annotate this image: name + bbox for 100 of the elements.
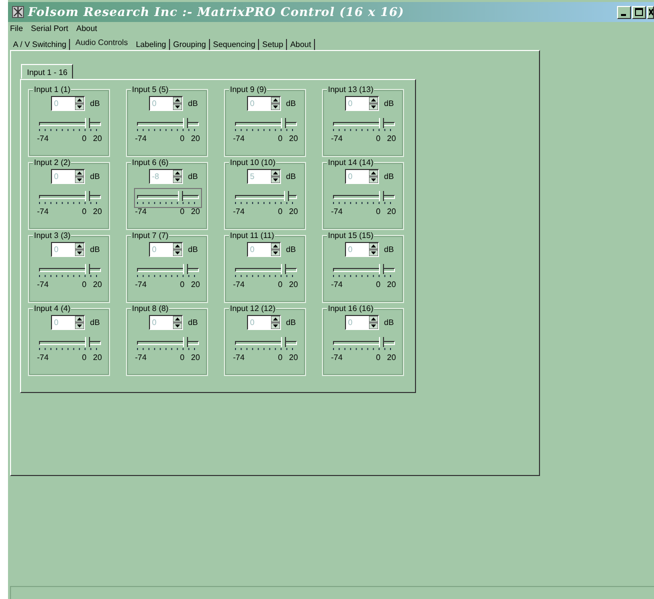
maximize-icon[interactable] (635, 8, 643, 16)
gain-slider[interactable] (233, 189, 299, 207)
spin-arrows-icon[interactable] (271, 170, 280, 183)
menu-item[interactable]: File (10, 24, 23, 36)
spin-arrows-icon[interactable] (173, 170, 182, 183)
scale-label: 0 (180, 207, 184, 216)
gain-spinbox[interactable]: 0 (345, 242, 379, 257)
gain-value[interactable]: 0 (346, 172, 369, 181)
gain-value[interactable]: 0 (248, 99, 271, 108)
spin-arrows-icon[interactable] (173, 243, 182, 256)
gain-spinbox[interactable]: 5 (247, 169, 281, 184)
tab[interactable]: About (287, 39, 316, 50)
spin-arrows-icon[interactable] (369, 170, 378, 183)
gain-value[interactable]: 0 (150, 245, 173, 254)
gain-value[interactable]: 0 (248, 318, 271, 327)
gain-value[interactable]: 0 (346, 318, 369, 327)
scale-label: -74 (331, 134, 343, 143)
minimize-button[interactable] (617, 6, 631, 18)
spin-arrows-icon[interactable] (369, 97, 378, 110)
gain-value[interactable]: -8 (150, 172, 173, 181)
spin-arrows-icon[interactable] (173, 316, 182, 329)
scale-label: -74 (233, 353, 245, 362)
gain-value[interactable]: 0 (52, 172, 75, 181)
group-title: Input 15 (15) (327, 231, 374, 240)
scale-label: 0 (180, 280, 184, 289)
close-icon[interactable] (648, 8, 652, 16)
gain-slider[interactable] (37, 116, 103, 134)
gain-spinbox[interactable]: 0 (247, 315, 281, 330)
menu-item[interactable]: About (76, 24, 98, 36)
gain-spinbox[interactable]: 0 (345, 315, 379, 330)
tab[interactable]: Input 1 - 16 (21, 64, 74, 79)
group-title: Input 10 (10) (229, 158, 276, 167)
gain-spinbox[interactable]: 0 (149, 242, 183, 257)
app-icon (12, 6, 24, 18)
scale-label: 20 (289, 207, 298, 216)
menu-item[interactable]: Serial Port (30, 24, 68, 36)
scale-label: -74 (37, 207, 49, 216)
spin-arrows-icon[interactable] (75, 97, 84, 110)
group-title: Input 12 (12) (229, 304, 276, 313)
gain-slider[interactable] (135, 116, 201, 134)
scale-label: 20 (93, 134, 102, 143)
spin-arrows-icon[interactable] (369, 243, 378, 256)
gain-spinbox[interactable]: 0 (149, 315, 183, 330)
spin-arrows-icon[interactable] (271, 243, 280, 256)
gain-spinbox[interactable]: 0 (247, 242, 281, 257)
gain-spinbox[interactable]: 0 (345, 96, 379, 111)
scale-label: -74 (233, 207, 245, 216)
gain-slider[interactable] (135, 262, 201, 280)
gain-slider[interactable] (135, 189, 201, 207)
gain-slider[interactable] (331, 116, 397, 134)
gain-slider[interactable] (331, 262, 397, 280)
spin-arrows-icon[interactable] (75, 243, 84, 256)
slider-thumb[interactable] (178, 191, 184, 201)
group-title: Input 13 (13) (327, 85, 374, 94)
scale-label: -74 (135, 353, 147, 362)
gain-spinbox[interactable]: 0 (247, 96, 281, 111)
spin-arrows-icon[interactable] (75, 170, 84, 183)
gain-value[interactable]: 5 (248, 172, 271, 181)
spin-arrows-icon[interactable] (75, 316, 84, 329)
scale-label: 20 (387, 280, 396, 289)
gain-spinbox[interactable]: -8 (149, 169, 183, 184)
gain-slider[interactable] (233, 335, 299, 353)
group-title: Input 4 (4) (33, 304, 72, 313)
gain-spinbox[interactable]: 0 (149, 96, 183, 111)
gain-slider[interactable] (135, 335, 201, 353)
gain-slider[interactable] (233, 116, 299, 134)
gain-value[interactable]: 0 (150, 318, 173, 327)
scale-label: 20 (191, 280, 200, 289)
gain-slider[interactable] (233, 262, 299, 280)
tab[interactable]: A / V Switching (10, 39, 70, 50)
close-button[interactable] (647, 6, 654, 18)
gain-value[interactable]: 0 (150, 99, 173, 108)
scale-label: 0 (376, 353, 380, 362)
gain-slider[interactable] (37, 335, 103, 353)
gain-spinbox[interactable]: 0 (51, 96, 85, 111)
gain-value[interactable]: 0 (52, 318, 75, 327)
slider-thumb[interactable] (284, 191, 290, 201)
spin-arrows-icon[interactable] (173, 97, 182, 110)
gain-value[interactable]: 0 (346, 245, 369, 254)
gain-spinbox[interactable]: 0 (345, 169, 379, 184)
maximize-button[interactable] (632, 6, 646, 18)
gain-value[interactable]: 0 (52, 99, 75, 108)
gain-slider[interactable] (331, 335, 397, 353)
gain-value[interactable]: 0 (248, 245, 271, 254)
group-title: Input 9 (9) (229, 85, 268, 94)
scale-label: 0 (278, 207, 282, 216)
gain-value[interactable]: 0 (52, 245, 75, 254)
spin-arrows-icon[interactable] (271, 316, 280, 329)
gain-spinbox[interactable]: 0 (51, 169, 85, 184)
gain-slider[interactable] (37, 262, 103, 280)
unit-label: dB (384, 172, 394, 181)
gain-slider[interactable] (37, 189, 103, 207)
scale-label: 0 (82, 134, 86, 143)
spin-arrows-icon[interactable] (271, 97, 280, 110)
gain-spinbox[interactable]: 0 (51, 242, 85, 257)
gain-value[interactable]: 0 (346, 99, 369, 108)
gain-spinbox[interactable]: 0 (51, 315, 85, 330)
spin-arrows-icon[interactable] (369, 316, 378, 329)
tab[interactable]: Sequencing (210, 39, 260, 50)
gain-slider[interactable] (331, 189, 397, 207)
